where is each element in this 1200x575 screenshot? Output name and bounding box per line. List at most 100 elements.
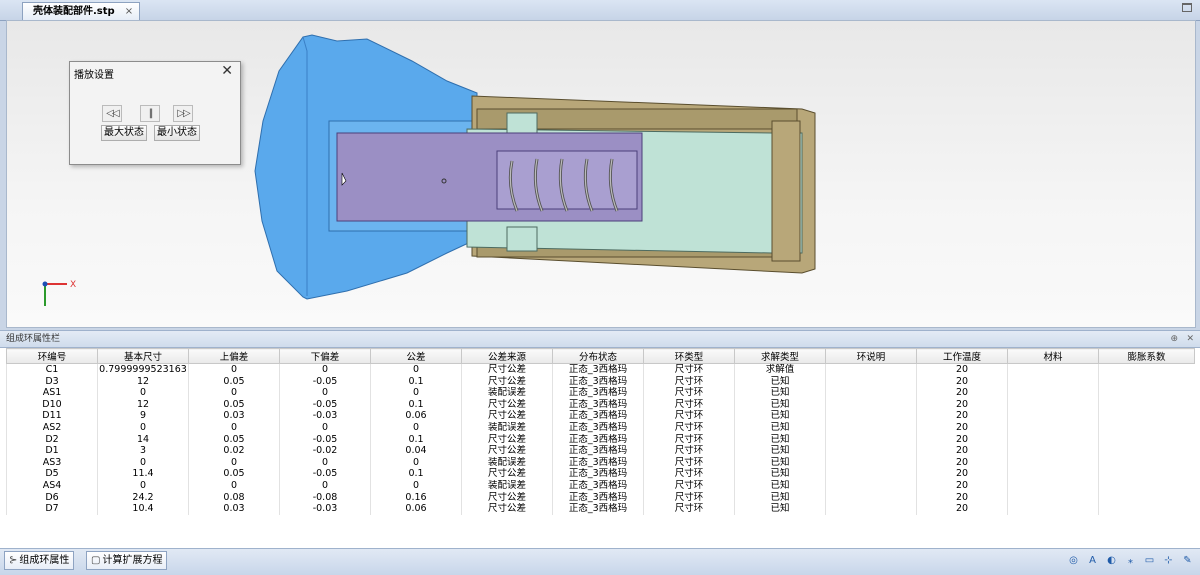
table-cell[interactable]: D5 bbox=[6, 468, 98, 480]
table-cell[interactable]: 装配误差 bbox=[461, 456, 553, 469]
table-cell[interactable]: -0.05 bbox=[279, 398, 371, 411]
table-cell[interactable]: 已知 bbox=[734, 421, 826, 434]
table-cell[interactable]: 已知 bbox=[734, 479, 826, 492]
pin-icon[interactable]: ⊕ bbox=[1170, 331, 1178, 347]
table-cell[interactable]: 尺寸公差 bbox=[461, 503, 553, 515]
table-cell[interactable] bbox=[1098, 387, 1195, 399]
table-cell[interactable]: 0 bbox=[279, 387, 371, 399]
table-cell[interactable]: D2 bbox=[6, 433, 98, 446]
table-cell[interactable]: 0 bbox=[97, 387, 189, 399]
table-row[interactable]: AS4 0 0 0 0 装配误差 正态_3西格玛 尺寸环 已知 20 bbox=[6, 479, 1195, 492]
table-cell[interactable]: 正态_3西格玛 bbox=[552, 398, 644, 411]
table-cell[interactable]: 0.03 bbox=[188, 410, 280, 422]
table-cell[interactable] bbox=[1098, 456, 1195, 469]
table-cell[interactable]: 3 bbox=[97, 445, 189, 457]
table-cell[interactable]: 尺寸环 bbox=[643, 503, 735, 515]
target-icon[interactable]: ◎ bbox=[1067, 555, 1080, 566]
table-cell[interactable]: 0.05 bbox=[188, 468, 280, 480]
table-cell[interactable]: 正态_3西格玛 bbox=[552, 445, 644, 457]
table-cell[interactable] bbox=[825, 375, 917, 388]
table-cell[interactable]: 0 bbox=[97, 421, 189, 434]
table-cell[interactable] bbox=[825, 398, 917, 411]
table-cell[interactable]: -0.05 bbox=[279, 433, 371, 446]
table-cell[interactable]: 0 bbox=[188, 456, 280, 469]
table-cell[interactable]: 尺寸环 bbox=[643, 445, 735, 457]
table-cell[interactable]: 尺寸环 bbox=[643, 479, 735, 492]
spark-icon[interactable]: ⁎ bbox=[1124, 555, 1137, 566]
table-cell[interactable] bbox=[1098, 479, 1195, 492]
table-cell[interactable]: 10.4 bbox=[97, 503, 189, 515]
table-cell[interactable] bbox=[825, 503, 917, 515]
table-cell[interactable]: D7 bbox=[6, 503, 98, 515]
table-cell[interactable]: 尺寸环 bbox=[643, 433, 735, 446]
table-cell[interactable]: 已知 bbox=[734, 491, 826, 504]
table-cell[interactable]: 9 bbox=[97, 410, 189, 422]
table-cell[interactable]: D6 bbox=[6, 491, 98, 504]
table-cell[interactable]: 尺寸公差 bbox=[461, 445, 553, 457]
tab-extended-equation[interactable]: ▢ 计算扩展方程 bbox=[86, 551, 168, 570]
table-cell[interactable]: 已知 bbox=[734, 410, 826, 422]
table-cell[interactable]: 正态_3西格玛 bbox=[552, 433, 644, 446]
table-cell[interactable]: 20 bbox=[916, 491, 1008, 504]
table-cell[interactable]: 正态_3西格玛 bbox=[552, 503, 644, 515]
table-cell[interactable] bbox=[1007, 387, 1099, 399]
table-cell[interactable]: -0.03 bbox=[279, 410, 371, 422]
table-cell[interactable]: 0 bbox=[370, 421, 462, 434]
table-cell[interactable]: 0 bbox=[370, 387, 462, 399]
table-cell[interactable]: 尺寸环 bbox=[643, 363, 735, 376]
table-cell[interactable]: 正态_3西格玛 bbox=[552, 410, 644, 422]
table-cell[interactable] bbox=[1098, 363, 1195, 376]
table-cell[interactable]: 尺寸公差 bbox=[461, 410, 553, 422]
table-cell[interactable]: 正态_3西格玛 bbox=[552, 468, 644, 480]
table-cell[interactable]: 已知 bbox=[734, 387, 826, 399]
table-cell[interactable]: 20 bbox=[916, 456, 1008, 469]
table-cell[interactable]: 0.1 bbox=[370, 468, 462, 480]
table-cell[interactable]: 20 bbox=[916, 433, 1008, 446]
table-cell[interactable]: 20 bbox=[916, 410, 1008, 422]
table-cell[interactable] bbox=[1098, 468, 1195, 480]
column-header[interactable]: 公差 bbox=[370, 348, 462, 364]
table-cell[interactable]: 0.06 bbox=[370, 410, 462, 422]
table-cell[interactable] bbox=[1007, 491, 1099, 504]
table-cell[interactable]: 0.04 bbox=[370, 445, 462, 457]
table-row[interactable]: AS3 0 0 0 0 装配误差 正态_3西格玛 尺寸环 已知 20 bbox=[6, 456, 1195, 469]
table-cell[interactable]: 尺寸环 bbox=[643, 410, 735, 422]
min-state-button[interactable]: 最小状态 bbox=[154, 125, 200, 141]
document-tab-close-icon[interactable]: × bbox=[125, 3, 133, 20]
table-cell[interactable] bbox=[1007, 421, 1099, 434]
table-cell[interactable]: 已知 bbox=[734, 456, 826, 469]
forward-button[interactable]: ▷▷ bbox=[173, 105, 193, 122]
table-cell[interactable]: -0.05 bbox=[279, 375, 371, 388]
table-cell[interactable]: 20 bbox=[916, 445, 1008, 457]
table-cell[interactable]: -0.08 bbox=[279, 491, 371, 504]
table-cell[interactable]: 0 bbox=[188, 363, 280, 376]
table-cell[interactable]: 已知 bbox=[734, 503, 826, 515]
table-cell[interactable]: 11.4 bbox=[97, 468, 189, 480]
table-cell[interactable]: 0.1 bbox=[370, 433, 462, 446]
table-cell[interactable]: 尺寸环 bbox=[643, 375, 735, 388]
table-cell[interactable]: -0.03 bbox=[279, 503, 371, 515]
panel-close-icon[interactable]: ✕ bbox=[1186, 331, 1194, 347]
table-cell[interactable]: 尺寸环 bbox=[643, 456, 735, 469]
table-cell[interactable] bbox=[1007, 363, 1099, 376]
table-cell[interactable]: AS3 bbox=[6, 456, 98, 469]
column-header[interactable]: 分布状态 bbox=[552, 348, 644, 364]
table-row[interactable]: D10 12 0.05 -0.05 0.1 尺寸公差 正态_3西格玛 尺寸环 已知 20 bbox=[6, 398, 1195, 411]
table-cell[interactable] bbox=[1007, 503, 1099, 515]
table-cell[interactable]: 20 bbox=[916, 398, 1008, 411]
table-cell[interactable]: 正态_3西格玛 bbox=[552, 491, 644, 504]
table-cell[interactable]: 0 bbox=[97, 479, 189, 492]
table-cell[interactable]: 已知 bbox=[734, 433, 826, 446]
table-cell[interactable] bbox=[825, 456, 917, 469]
table-cell[interactable] bbox=[1098, 491, 1195, 504]
table-cell[interactable] bbox=[825, 479, 917, 492]
table-cell[interactable]: 20 bbox=[916, 503, 1008, 515]
table-cell[interactable]: 装配误差 bbox=[461, 387, 553, 399]
table-row[interactable]: AS1 0 0 0 0 装配误差 正态_3西格玛 尺寸环 已知 20 bbox=[6, 387, 1195, 399]
table-row[interactable]: D11 9 0.03 -0.03 0.06 尺寸公差 正态_3西格玛 尺寸环 已知 20 bbox=[6, 410, 1195, 422]
table-cell[interactable]: 0.05 bbox=[188, 375, 280, 388]
table-cell[interactable]: 正态_3西格玛 bbox=[552, 387, 644, 399]
tab-component-ring-properties[interactable]: ⊱ 组成环属性 bbox=[4, 551, 75, 570]
table-cell[interactable]: 尺寸公差 bbox=[461, 433, 553, 446]
rewind-button[interactable]: ◁◁ bbox=[102, 105, 122, 122]
